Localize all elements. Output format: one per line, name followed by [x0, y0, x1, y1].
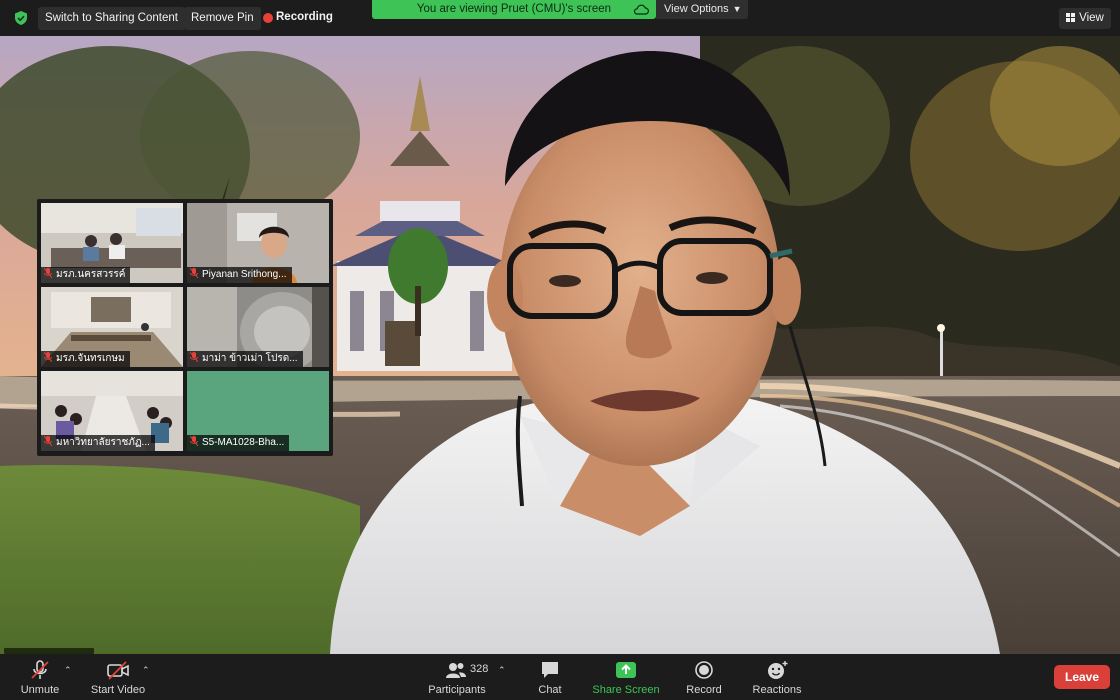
meeting-controls-bar: Unmute ⌃ Start Video ⌃ Participants 328 …	[0, 654, 1120, 700]
viewing-screen-banner: You are viewing Pruet (CMU)'s screen	[372, 0, 656, 19]
mic-muted-icon	[44, 352, 52, 362]
participant-tile[interactable]: มรภ.จันทรเกษม	[41, 287, 183, 367]
remove-pin-button[interactable]: Remove Pin	[184, 7, 261, 30]
participant-tile[interactable]: S5-MA1028-Bha...	[187, 371, 329, 451]
record-icon	[695, 661, 713, 679]
mic-muted-icon	[44, 436, 52, 446]
mic-muted-icon	[190, 268, 198, 278]
participant-name-label: Piyanan Srithong...	[187, 267, 292, 283]
zoom-meeting-window: Switch to Sharing Content Remove Pin Rec…	[0, 0, 1120, 700]
recording-status[interactable]: Recording	[276, 11, 333, 23]
participant-name: Piyanan Srithong...	[202, 269, 287, 280]
chat-button[interactable]: Chat	[530, 654, 570, 700]
participants-icon	[446, 663, 466, 678]
self-view-label-bar	[4, 648, 94, 654]
chat-icon	[542, 662, 558, 678]
participant-tile[interactable]: มาม่า ข้าวเม่า โปรด...	[187, 287, 329, 367]
share-screen-button[interactable]: Share Screen	[590, 654, 662, 700]
participant-name: มรภ.นครสวรรค์	[56, 269, 126, 280]
view-label: View	[1079, 12, 1104, 24]
participant-name: S5-MA1028-Bha...	[202, 437, 285, 448]
cloud-icon	[633, 4, 649, 15]
unmute-label: Unmute	[20, 684, 60, 696]
grid-icon	[1066, 13, 1076, 22]
participant-name: มรภ.จันทรเกษม	[56, 353, 125, 364]
unmute-button[interactable]: Unmute	[14, 654, 66, 700]
mic-off-icon	[31, 660, 49, 679]
participants-options-caret-icon[interactable]: ⌃	[498, 665, 508, 675]
participant-name: มหาวิทยาลัยราชภัฏ...	[56, 437, 150, 448]
video-options-caret-icon[interactable]: ⌃	[142, 665, 152, 675]
participant-name-label: มาม่า ข้าวเม่า โปรด...	[187, 351, 303, 367]
participant-tile[interactable]: มหาวิทยาลัยราชภัฏ...	[41, 371, 183, 451]
share-screen-label: Share Screen	[592, 684, 660, 696]
start-video-label: Start Video	[90, 684, 146, 696]
viewing-banner-text: You are viewing Pruet (CMU)'s screen	[416, 3, 612, 15]
mic-muted-icon	[44, 268, 52, 278]
view-button[interactable]: View	[1059, 8, 1111, 29]
shield-icon[interactable]	[13, 10, 29, 26]
mic-muted-icon	[190, 436, 198, 446]
participant-tile[interactable]: มรภ.นครสวรรค์	[41, 203, 183, 283]
participants-button[interactable]: Participants	[422, 654, 492, 700]
record-button[interactable]: Record	[682, 654, 726, 700]
participant-gallery: มรภ.นครสวรรค์ Piyanan Srithong... มรภ.จั…	[37, 199, 333, 456]
reactions-label: Reactions	[752, 684, 802, 696]
participant-name-label: มหาวิทยาลัยราชภัฏ...	[41, 435, 155, 451]
recording-dot-icon	[263, 13, 273, 23]
participant-name-label: มรภ.นครสวรรค์	[41, 267, 131, 283]
record-label: Record	[686, 684, 722, 696]
share-screen-icon	[616, 662, 636, 678]
participants-count: 328	[470, 663, 489, 675]
view-options-menu[interactable]: View Options ▼	[656, 0, 748, 19]
view-options-label: View Options	[664, 3, 729, 15]
participant-name: มาม่า ข้าวเม่า โปรด...	[202, 353, 298, 364]
leave-button[interactable]: Leave	[1054, 665, 1110, 689]
participant-name-label: มรภ.จันทรเกษม	[41, 351, 130, 367]
participant-name-label: S5-MA1028-Bha...	[187, 435, 290, 451]
reactions-button[interactable]: Reactions	[748, 654, 806, 700]
switch-to-sharing-content-button[interactable]: Switch to Sharing Content	[38, 7, 185, 30]
participant-tile[interactable]: Piyanan Srithong...	[187, 203, 329, 283]
audio-options-caret-icon[interactable]: ⌃	[64, 665, 74, 675]
reactions-icon	[768, 661, 788, 679]
mic-muted-icon	[190, 352, 198, 362]
chevron-down-icon: ▼	[732, 4, 742, 14]
chat-label: Chat	[538, 684, 562, 696]
video-off-icon	[107, 661, 129, 680]
start-video-button[interactable]: Start Video	[86, 654, 150, 700]
participants-label: Participants	[428, 684, 486, 696]
